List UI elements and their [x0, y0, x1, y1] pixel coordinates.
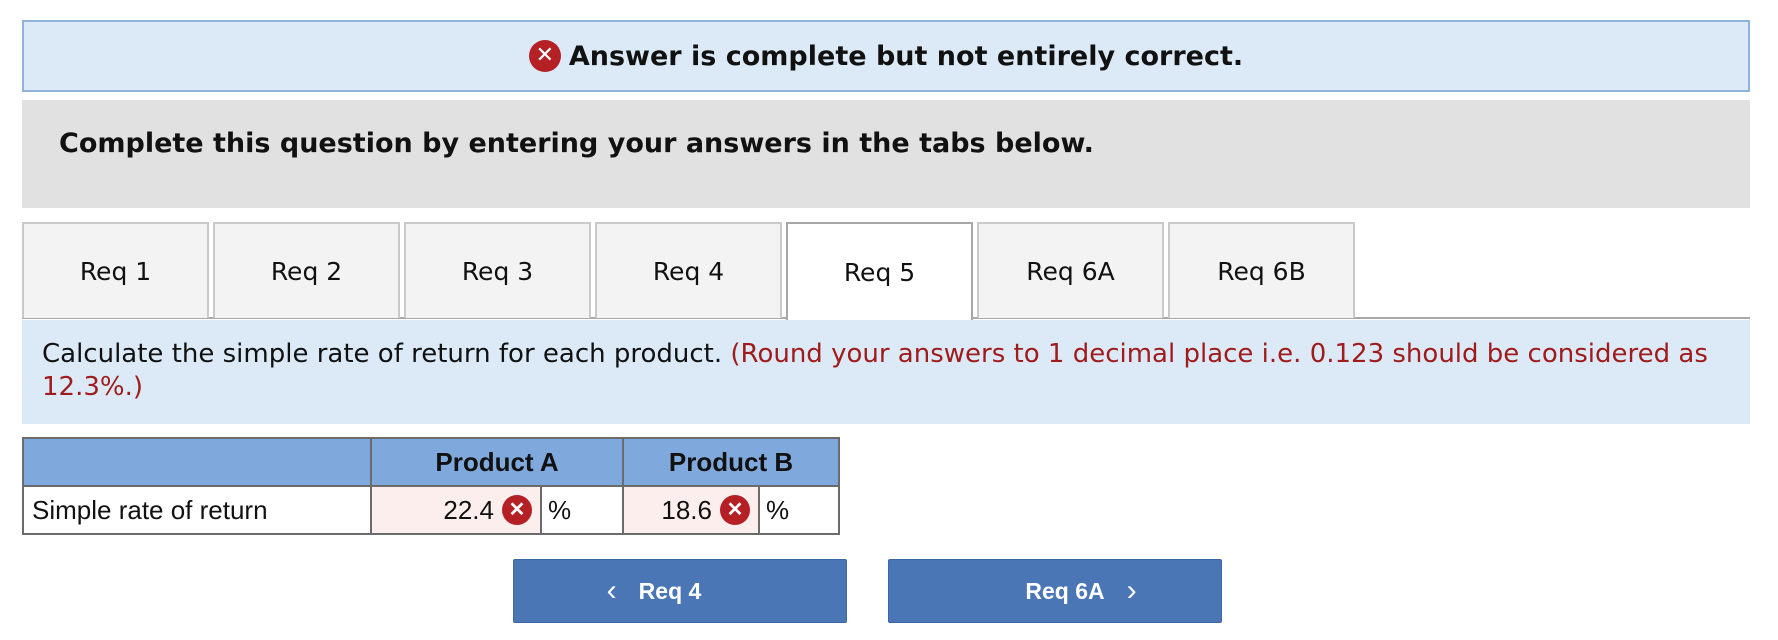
answer-table: Product A Product B Simple rate of retur… — [22, 437, 840, 535]
question-text: Calculate the simple rate of return for … — [42, 339, 723, 369]
table-row: Simple rate of return 22.4 ✕ % 18.6 ✕ % — [22, 485, 840, 535]
x-circle-icon: ✕ — [528, 40, 561, 72]
tab-req-5[interactable]: Req 5 — [786, 222, 973, 320]
product-a-value: 22.4 — [443, 494, 494, 525]
feedback-message: Answer is complete but not entirely corr… — [568, 40, 1244, 72]
product-b-input[interactable]: 18.6 ✕ — [622, 485, 760, 535]
tab-req-1[interactable]: Req 1 — [22, 222, 209, 318]
header-product-a: Product A — [370, 437, 624, 487]
next-req-button[interactable]: Req 6A › — [888, 559, 1222, 623]
feedback-banner: ✕ Answer is complete but not entirely co… — [22, 20, 1750, 92]
table-header-row: Product A Product B — [22, 437, 840, 487]
row-label: Simple rate of return — [22, 485, 372, 535]
product-a-input[interactable]: 22.4 ✕ — [370, 485, 542, 535]
header-blank — [22, 437, 372, 487]
incorrect-icon: ✕ — [720, 495, 750, 525]
question-panel: Calculate the simple rate of return for … — [22, 320, 1750, 424]
chevron-right-icon: › — [1126, 574, 1137, 607]
instruction-text: Complete this question by entering your … — [59, 128, 1094, 159]
header-product-b: Product B — [622, 437, 840, 487]
next-button-label: Req 6A — [1025, 577, 1105, 604]
chevron-left-icon: ‹ — [606, 574, 617, 607]
tab-req-6b[interactable]: Req 6B — [1168, 222, 1355, 318]
tab-req-2[interactable]: Req 2 — [213, 222, 400, 318]
product-b-value: 18.6 — [661, 494, 712, 525]
product-a-unit: % — [540, 485, 624, 535]
tab-bar: Req 1 Req 2 Req 3 Req 4 Req 5 Req 6A Req… — [22, 222, 1750, 320]
prev-req-button[interactable]: ‹ Req 4 — [513, 559, 847, 623]
instruction-panel: Complete this question by entering your … — [22, 100, 1750, 208]
prev-button-label: Req 4 — [638, 577, 702, 604]
incorrect-icon: ✕ — [502, 495, 532, 525]
product-b-unit: % — [758, 485, 840, 535]
tab-req-3[interactable]: Req 3 — [404, 222, 591, 318]
tab-req-4[interactable]: Req 4 — [595, 222, 782, 318]
tab-req-6a[interactable]: Req 6A — [977, 222, 1164, 318]
